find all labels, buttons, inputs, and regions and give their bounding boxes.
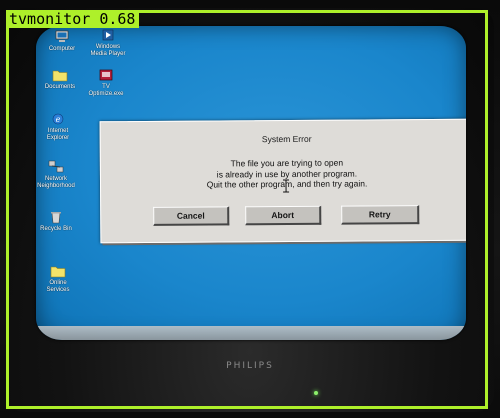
- detection-label: tvmonitor 0.68: [6, 10, 140, 28]
- detection-class: tvmonitor: [9, 10, 91, 28]
- photo: Computer Windows Media Player Documents: [0, 0, 500, 418]
- detection-box: [6, 10, 488, 409]
- detection-score: 0.68: [99, 10, 136, 28]
